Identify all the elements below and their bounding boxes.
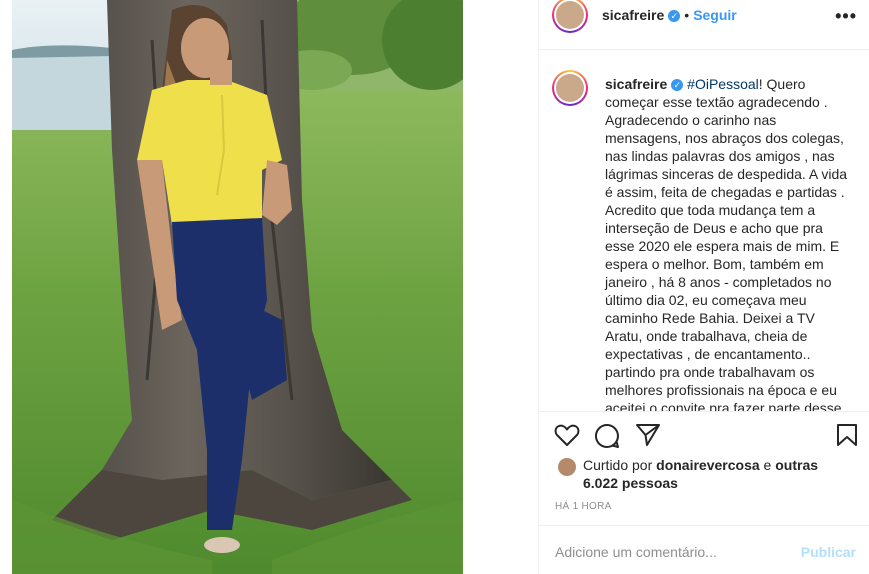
caption-body: ! Quero começar esse textão agradecendo … bbox=[605, 76, 848, 411]
verified-icon: ✓ bbox=[668, 10, 681, 22]
separator-dot: • bbox=[684, 7, 690, 23]
post-photo-image bbox=[12, 0, 463, 574]
publish-button[interactable]: Publicar bbox=[801, 544, 856, 560]
heart-icon[interactable] bbox=[554, 423, 580, 447]
avatar-image bbox=[556, 1, 584, 29]
share-icon[interactable] bbox=[635, 423, 661, 447]
avatar-image bbox=[556, 74, 584, 102]
post-photo[interactable] bbox=[12, 0, 463, 574]
comment-icon[interactable] bbox=[594, 423, 620, 449]
action-bar bbox=[539, 412, 869, 452]
caption-avatar[interactable] bbox=[552, 70, 588, 106]
post-timestamp[interactable]: HÁ 1 HORA bbox=[555, 501, 612, 512]
liker-avatar[interactable] bbox=[558, 458, 576, 476]
likes-prefix: Curtido por bbox=[583, 457, 657, 473]
author-username[interactable]: sicafreire bbox=[602, 7, 664, 23]
comment-input[interactable]: Adicione um comentário... bbox=[555, 544, 717, 560]
follow-button[interactable]: Seguir bbox=[693, 7, 737, 23]
more-options-icon[interactable]: ••• bbox=[835, 6, 857, 27]
header-info: sicafreire ✓ • Seguir bbox=[602, 7, 737, 23]
author-avatar[interactable] bbox=[552, 0, 588, 33]
liker-username[interactable]: donairevercosa bbox=[656, 457, 760, 473]
caption-section: sicafreire ✓ #OiPessoal! Quero começar es… bbox=[539, 50, 869, 411]
caption-text: sicafreire ✓ #OiPessoal! Quero começar es… bbox=[605, 75, 850, 411]
verified-icon: ✓ bbox=[671, 79, 684, 91]
likes-conjunction: e bbox=[759, 457, 776, 473]
comment-divider bbox=[539, 525, 869, 526]
caption-hashtag[interactable]: #OiPessoal bbox=[687, 76, 759, 92]
caption-username[interactable]: sicafreire bbox=[605, 76, 667, 92]
post-side-panel: sicafreire ✓ • Seguir ••• sicafreire ✓ #OiPe… bbox=[539, 0, 869, 574]
post-header: sicafreire ✓ • Seguir ••• bbox=[539, 0, 869, 50]
bookmark-icon[interactable] bbox=[836, 423, 858, 447]
likes-text: Curtido por donairevercosa e outras 6.02… bbox=[583, 456, 853, 492]
